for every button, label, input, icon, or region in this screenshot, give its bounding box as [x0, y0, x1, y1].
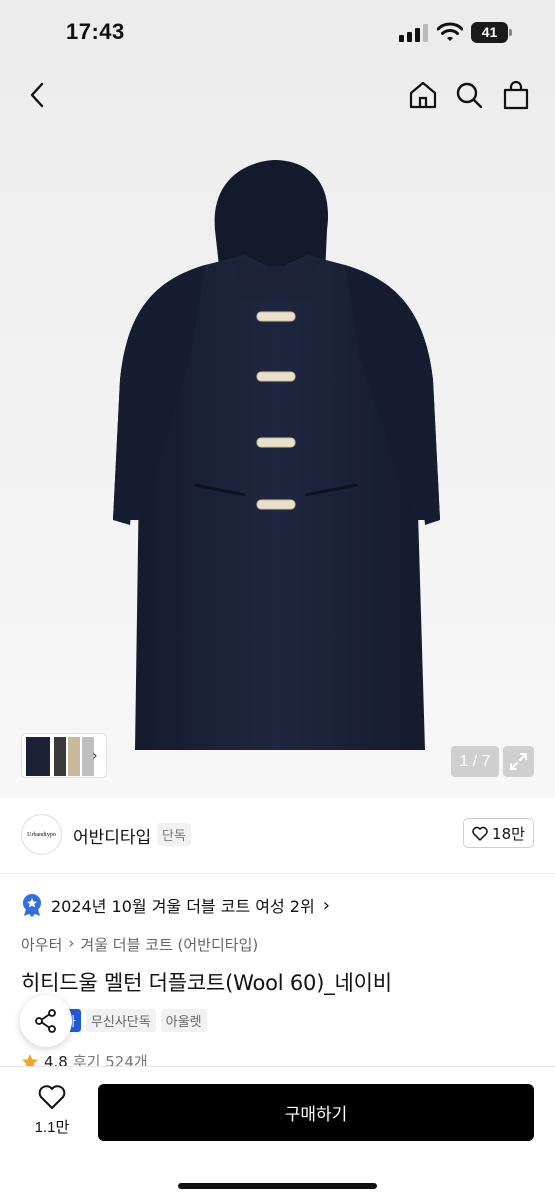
share-button[interactable]: [20, 995, 72, 1047]
brand-row[interactable]: Urbandtypo 어반디타입 단독 18만: [0, 798, 555, 874]
back-button[interactable]: [19, 77, 55, 113]
expand-button[interactable]: [503, 746, 534, 777]
chevron-left-icon: [30, 82, 44, 108]
status-bar: 17:43 41: [0, 0, 555, 62]
chevron-right-icon[interactable]: ›: [92, 748, 98, 764]
rank-badge-icon: [23, 894, 41, 917]
search-button[interactable]: [451, 77, 487, 113]
brand-name[interactable]: 어반디타입: [73, 823, 151, 848]
brand-tag: 단독: [157, 823, 191, 846]
bag-icon: [503, 80, 529, 110]
badge: 무신사단독: [85, 1009, 156, 1032]
wifi-icon: [437, 22, 463, 41]
buy-button[interactable]: 구매하기: [98, 1084, 534, 1141]
wishlist-button[interactable]: 1.1만: [26, 1084, 78, 1137]
status-time: 17:43: [66, 19, 125, 44]
heart-icon: [472, 826, 488, 841]
chevron-right-icon: ›: [68, 934, 75, 952]
expand-icon: [510, 753, 527, 770]
badge: 아울렛: [160, 1009, 207, 1032]
home-icon: [409, 81, 437, 109]
product-title: 히티드울 멜턴 더플코트(Wool 60)_네이비: [21, 971, 392, 995]
brand-like-count: 18만: [492, 824, 525, 843]
heart-icon: [38, 1085, 66, 1109]
breadcrumb-item[interactable]: 아우터: [21, 934, 62, 955]
home-button[interactable]: [405, 77, 441, 113]
cart-button[interactable]: [498, 77, 534, 113]
product-page: 17:43 41 › 1 / 7 Urbandtypo 어반디타입 단독 18만…: [0, 0, 555, 1200]
coat-illustration: [113, 160, 440, 750]
home-indicator: [178, 1183, 377, 1189]
battery-level: 41: [471, 22, 508, 43]
brand-like-button[interactable]: 18만: [463, 818, 534, 848]
breadcrumb-item[interactable]: 겨울 더블 코트 (어반디타입): [80, 934, 258, 955]
bottom-bar: 1.1만 구매하기: [0, 1066, 555, 1200]
chevron-right-icon: ›: [322, 894, 330, 916]
ranking-text: 2024년 10월 겨울 더블 코트 여성 2위: [51, 897, 315, 916]
breadcrumb: 아우터 › 겨울 더블 코트 (어반디타입): [21, 934, 258, 955]
wish-count: 1.1만: [34, 1119, 70, 1136]
search-icon: [456, 82, 483, 109]
image-pager: 1 / 7: [451, 746, 499, 777]
signal-icon: [399, 24, 429, 42]
ranking-link[interactable]: 2024년 10월 겨울 더블 코트 여성 2위 ›: [21, 892, 330, 918]
share-icon: [35, 1009, 56, 1033]
brand-logo[interactable]: Urbandtypo: [21, 814, 62, 855]
battery-icon: 41: [471, 22, 513, 43]
